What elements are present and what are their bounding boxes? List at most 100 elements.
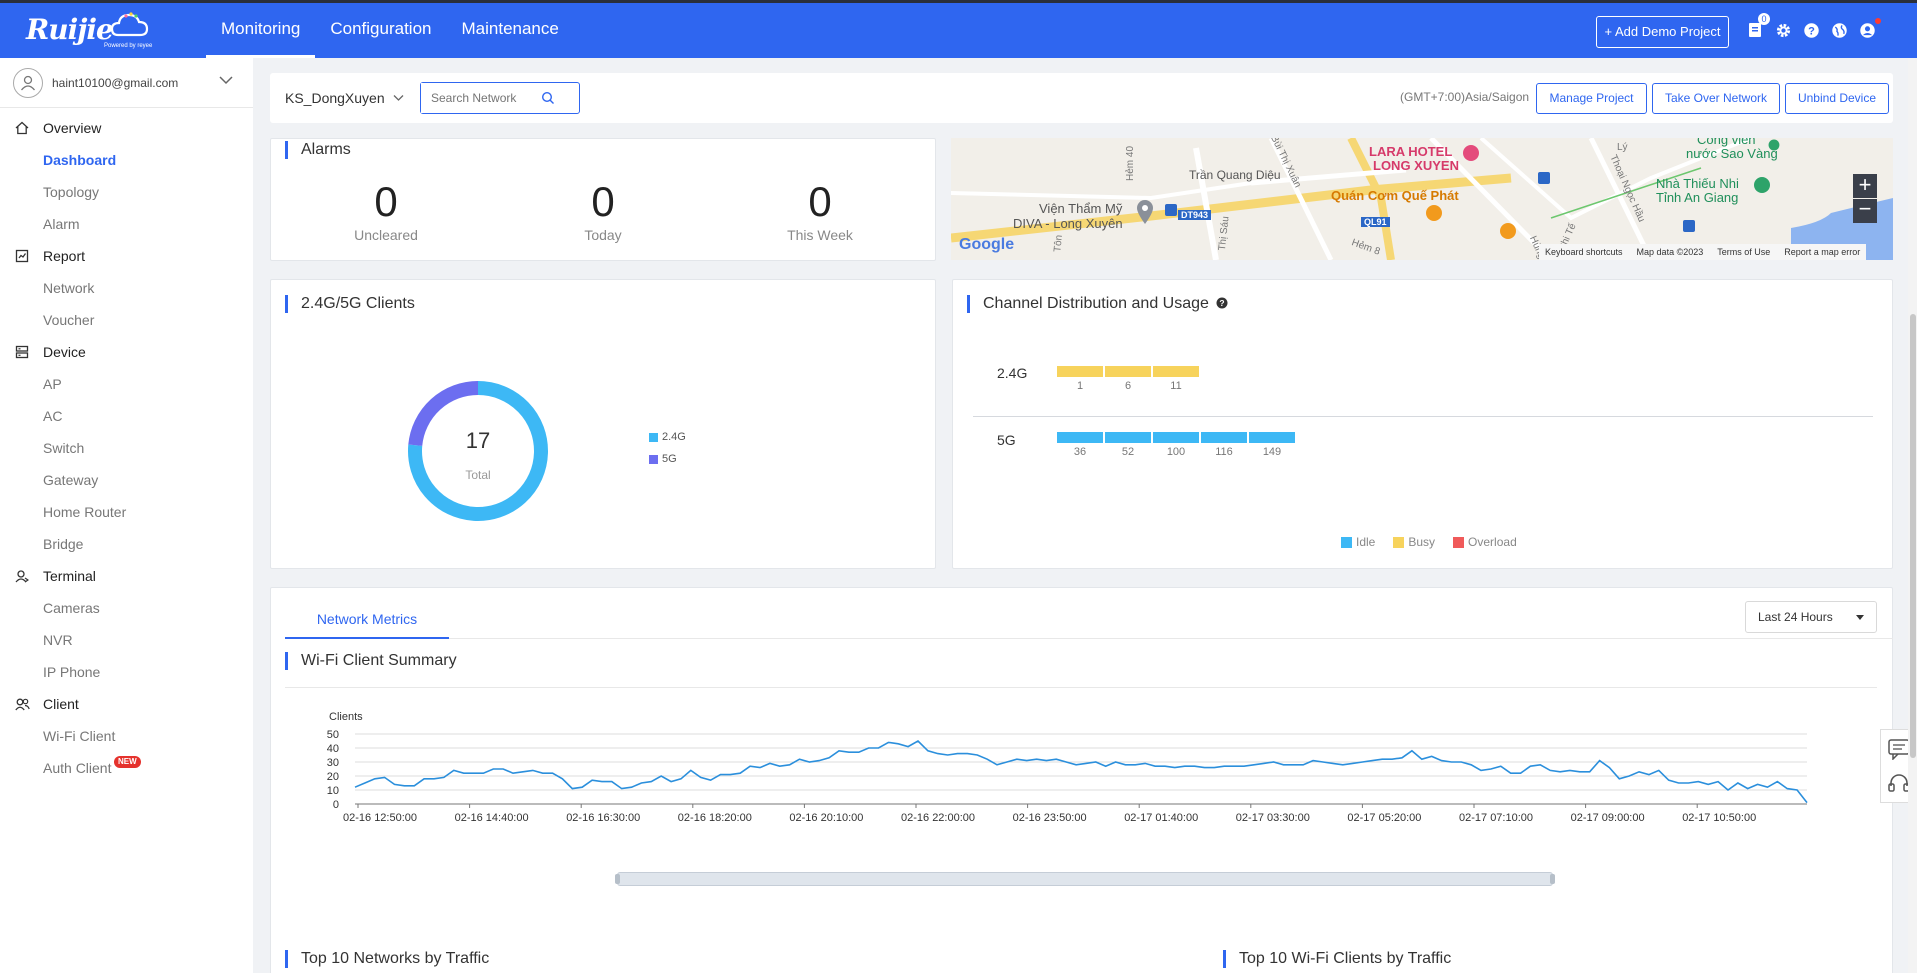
map-label: Hẻm 40 [1125, 145, 1137, 182]
sidebar-item-voucher[interactable]: Voucher [0, 304, 253, 336]
channel-bar-100[interactable] [1153, 432, 1199, 443]
channel-bar-11[interactable] [1153, 366, 1199, 377]
sidebar-item-gateway[interactable]: Gateway [0, 464, 253, 496]
sidebar-group-report[interactable]: Report [0, 240, 253, 272]
sidebar-item-ac[interactable]: AC [0, 400, 253, 432]
park-pin-icon [1754, 177, 1770, 193]
sidebar-group-overview[interactable]: Overview [0, 112, 253, 144]
help-icon[interactable]: ? [1216, 297, 1228, 309]
nav-configuration[interactable]: Configuration [315, 3, 446, 58]
globe-icon[interactable] [1828, 19, 1850, 41]
channel-bar-6[interactable] [1105, 366, 1151, 377]
google-logo: Google [959, 236, 1015, 253]
alarm-uncleared[interactable]: 0 Uncleared [311, 177, 461, 243]
location-map[interactable]: LARA HOTEL LONG XUYEN Công viên nước Sao… [951, 138, 1893, 260]
sidebar-item-topology[interactable]: Topology [0, 176, 253, 208]
sidebar-group-terminal[interactable]: Terminal [0, 560, 253, 592]
legend-idle[interactable]: Idle [1341, 535, 1375, 549]
sidebar-item-ip-phone[interactable]: IP Phone [0, 656, 253, 688]
page-scrollbar[interactable] [1908, 58, 1917, 973]
channel-bar-36[interactable] [1057, 432, 1103, 443]
add-demo-project-button[interactable]: + Add Demo Project [1596, 16, 1729, 48]
channel-bar-52[interactable] [1105, 432, 1151, 443]
manage-project-button[interactable]: Manage Project [1536, 83, 1647, 114]
legend-overload[interactable]: Overload [1453, 535, 1517, 549]
search-input[interactable] [421, 83, 539, 113]
x-tick-label: 02-17 01:40:00 [1124, 812, 1198, 824]
restaurant-pin-icon [1426, 205, 1442, 221]
search-icon[interactable] [541, 91, 555, 105]
map-label: nước Sao Vàng [1686, 146, 1778, 161]
x-tick-label: 02-16 22:00:00 [901, 812, 975, 824]
sidebar-item-wifi-client[interactable]: Wi-Fi Client [0, 720, 253, 752]
channel-bar-149[interactable] [1249, 432, 1295, 443]
zoom-out-button[interactable]: − [1853, 198, 1877, 223]
map-label: LONG XUYEN [1373, 158, 1459, 173]
x-tick-label: 02-16 20:10:00 [789, 812, 863, 824]
slider-handle-right[interactable] [1550, 874, 1555, 884]
sidebar-item-switch[interactable]: Switch [0, 432, 253, 464]
legend-swatch [1341, 537, 1352, 549]
unbind-device-button[interactable]: Unbind Device [1785, 83, 1889, 114]
legend-label: 2.4G [662, 431, 686, 443]
project-selector[interactable]: KS_DongXuyen [285, 90, 404, 106]
metrics-card: Network Metrics Last 24 Hours Wi-Fi Clie… [270, 587, 1893, 973]
sidebar-group-device[interactable]: Device [0, 336, 253, 368]
sidebar-item-cameras[interactable]: Cameras [0, 592, 253, 624]
avatar [13, 67, 43, 98]
sidebar-item-alarm[interactable]: Alarm [0, 208, 253, 240]
map-label: Tôn [1052, 234, 1065, 253]
channel-bar-116[interactable] [1201, 432, 1247, 443]
legend-2g[interactable]: 2.4G [649, 431, 686, 443]
sidebar-item-ap[interactable]: AP [0, 368, 253, 400]
band-divider [973, 416, 1873, 417]
slider-handle-left[interactable] [615, 874, 620, 884]
map-terms[interactable]: Terms of Use [1717, 247, 1770, 257]
take-over-network-button[interactable]: Take Over Network [1652, 83, 1780, 114]
scrollbar-thumb[interactable] [1910, 314, 1916, 758]
bus-stop-icon [1538, 172, 1550, 184]
user-account[interactable]: haint10100@gmail.com [0, 58, 253, 108]
y-tick-label: 40 [327, 743, 339, 755]
gear-icon[interactable] [1772, 19, 1794, 41]
sidebar-item-home-router[interactable]: Home Router [0, 496, 253, 528]
ruijie-logo[interactable]: Ruijie Powered by reyee [26, 11, 156, 53]
brand-name: Ruijie [26, 13, 114, 46]
map-keyboard-shortcuts[interactable]: Keyboard shortcuts [1545, 247, 1623, 257]
zoom-in-button[interactable]: + [1853, 174, 1877, 198]
nav-monitoring[interactable]: Monitoring [206, 3, 316, 58]
map-pin-icon[interactable] [1135, 199, 1155, 225]
sidebar-group-client[interactable]: Client [0, 688, 253, 720]
top-bar: Ruijie Powered by reyee Monitoring Confi… [0, 0, 1917, 58]
wifi-client-line-chart[interactable]: Clients 0 10 20 30 40 50 02-16 12:50:00 02-16 14… [301, 708, 1861, 838]
user-icon[interactable] [1856, 18, 1881, 41]
channel-bar-1[interactable] [1057, 366, 1103, 377]
legend-5g[interactable]: 5G [649, 453, 677, 465]
tab-network-metrics[interactable]: Network Metrics [285, 600, 449, 639]
time-range-value: Last 24 Hours [1758, 610, 1833, 624]
sidebar-item-network[interactable]: Network [0, 272, 253, 304]
sidebar-item-dashboard[interactable]: Dashboard [0, 144, 253, 176]
map-label: Trần Quang Diệu [1189, 168, 1281, 182]
legend-swatch [649, 432, 658, 442]
chart-range-slider[interactable] [615, 872, 1555, 886]
sidebar-item-auth-client[interactable]: Auth Client NEW [0, 752, 253, 784]
map-label: DIVA - Long Xuyên [1013, 216, 1123, 231]
chevron-down-icon[interactable] [219, 75, 233, 85]
legend-busy[interactable]: Busy [1393, 535, 1435, 549]
sidebar-item-bridge[interactable]: Bridge [0, 528, 253, 560]
channel-label: 36 [1073, 446, 1087, 458]
channel-label: 11 [1170, 380, 1182, 392]
svg-text:?: ? [1220, 298, 1225, 308]
help-icon[interactable]: ? [1800, 19, 1822, 41]
sidebar-item-nvr[interactable]: NVR [0, 624, 253, 656]
series-line-clients[interactable] [354, 740, 1808, 804]
notification-icon[interactable]: 0 [1744, 13, 1770, 41]
alarm-today[interactable]: 0 Today [528, 177, 678, 243]
cafe-pin-icon [1500, 223, 1516, 239]
alarm-this-week[interactable]: 0 This Week [745, 177, 895, 243]
time-range-select[interactable]: Last 24 Hours [1745, 601, 1877, 633]
nav-maintenance[interactable]: Maintenance [447, 3, 574, 58]
map-report-error[interactable]: Report a map error [1784, 247, 1860, 257]
x-tick-label: 02-17 09:00:00 [1571, 812, 1645, 824]
